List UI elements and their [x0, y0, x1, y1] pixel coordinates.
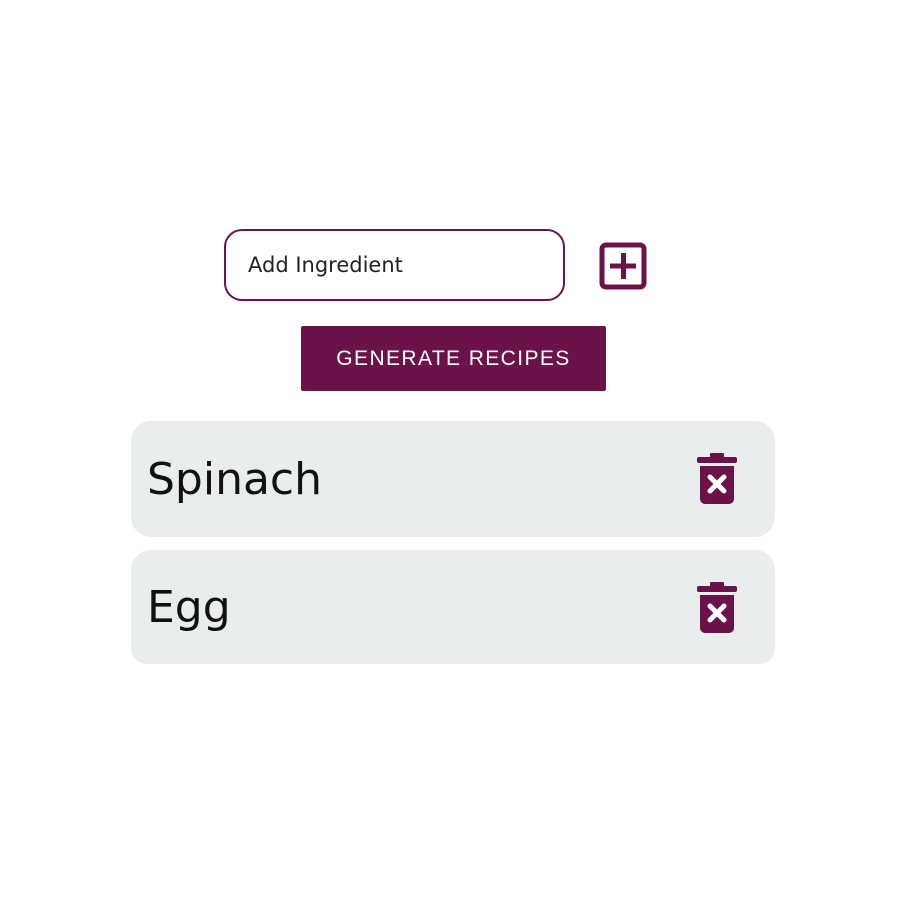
ingredient-input[interactable]	[224, 229, 565, 301]
recipe-generator-page: GENERATE RECIPES Spinach Egg	[0, 0, 900, 900]
plus-square-icon	[599, 242, 647, 290]
list-item: Spinach	[131, 421, 775, 537]
ingredient-name: Egg	[147, 581, 231, 633]
generate-recipes-button[interactable]: GENERATE RECIPES	[301, 326, 606, 391]
ingredient-name: Spinach	[147, 453, 323, 505]
list-item: Egg	[131, 550, 775, 664]
trash-x-icon	[695, 453, 739, 505]
delete-ingredient-button[interactable]	[695, 453, 739, 505]
ingredient-list: Spinach Egg	[131, 421, 775, 677]
trash-x-icon	[695, 582, 739, 634]
add-ingredient-button[interactable]	[599, 242, 647, 290]
delete-ingredient-button[interactable]	[695, 582, 739, 634]
add-ingredient-row	[224, 229, 654, 301]
